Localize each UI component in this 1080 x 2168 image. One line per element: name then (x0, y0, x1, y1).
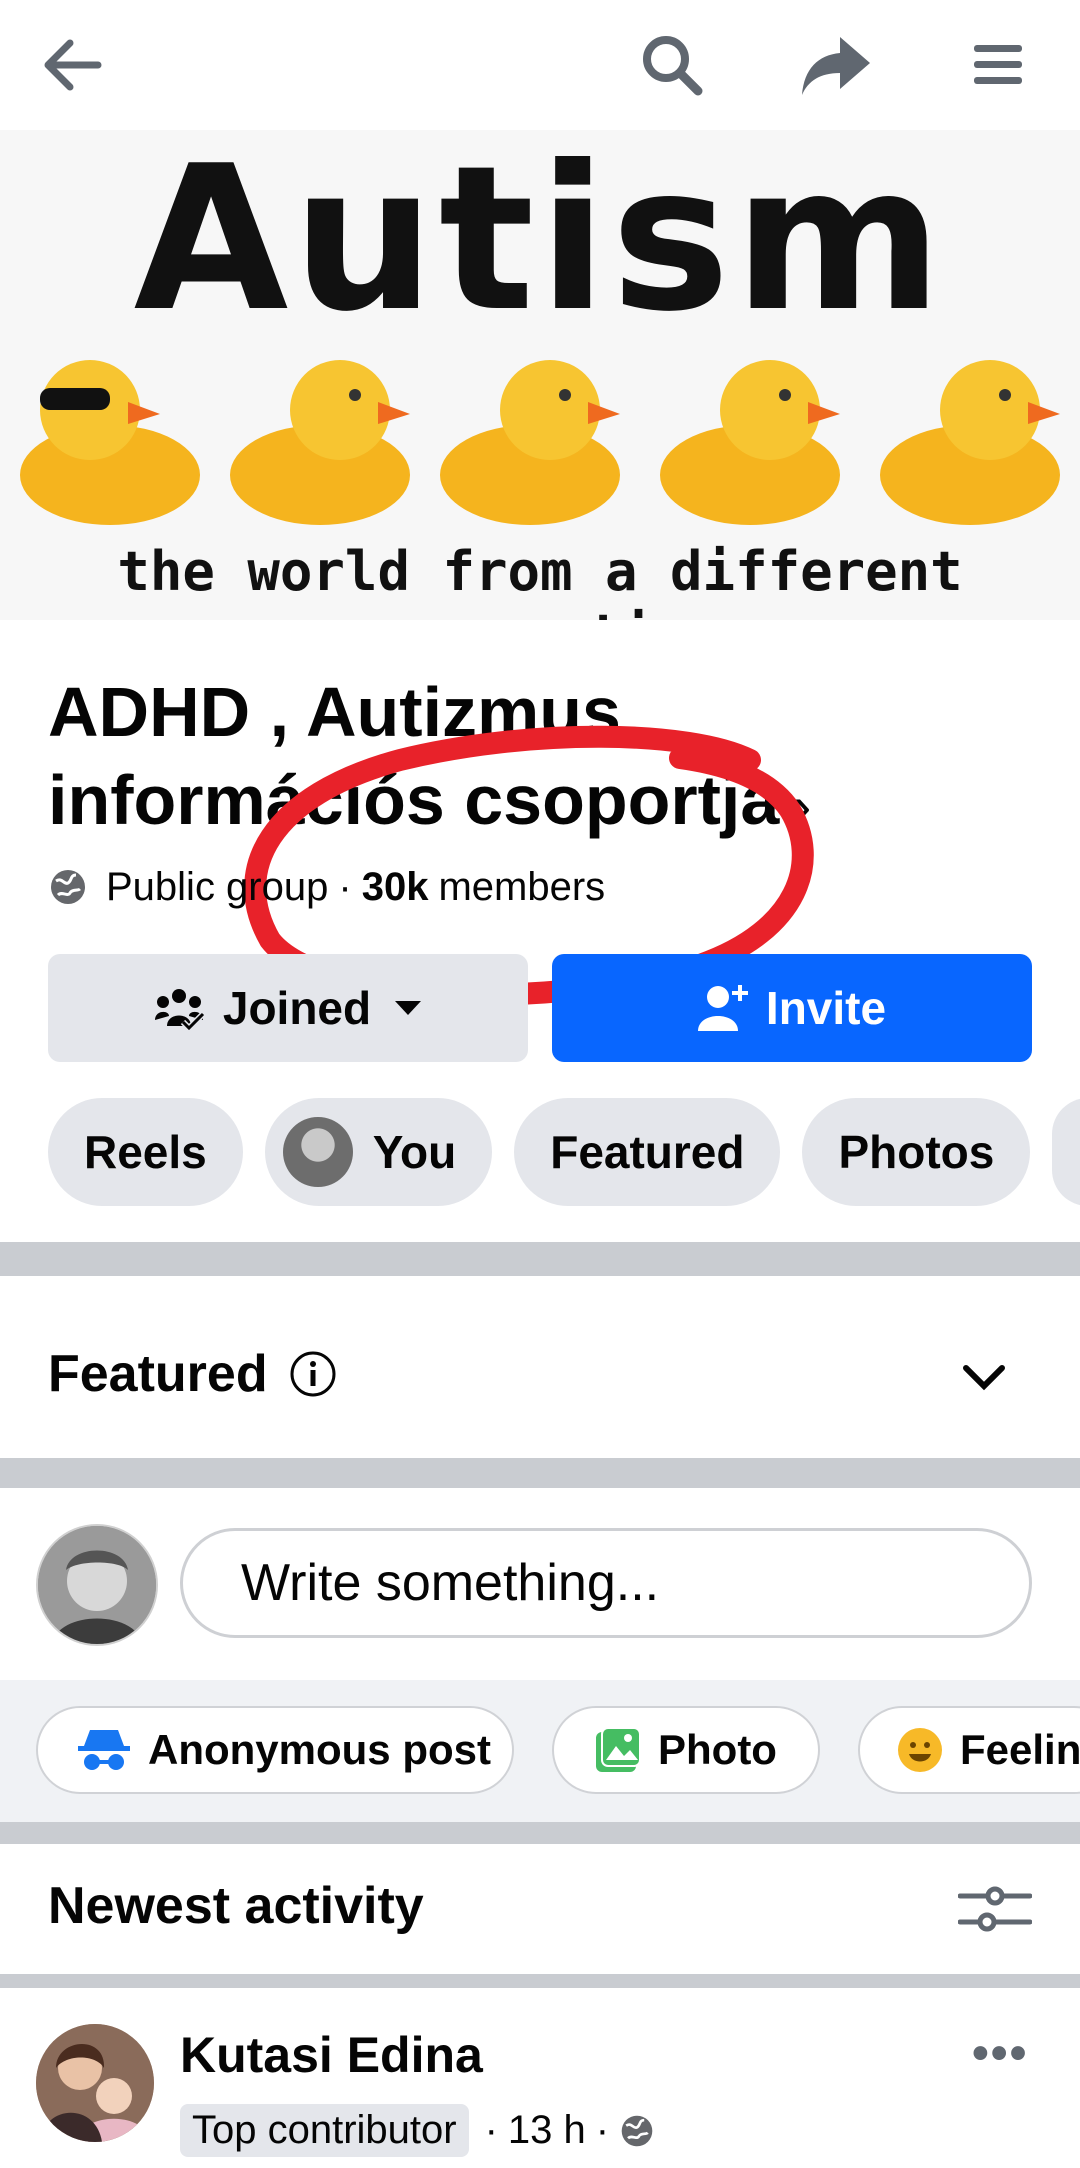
smiley-icon (898, 1728, 942, 1772)
tab-reels[interactable]: Reels (48, 1098, 243, 1206)
share-icon[interactable] (796, 30, 876, 100)
chevron-down-icon[interactable] (962, 1362, 1006, 1392)
back-arrow-icon[interactable] (32, 30, 112, 100)
privacy-label: Public group (106, 864, 329, 909)
section-divider (0, 1974, 1080, 1988)
anonymous-post-button[interactable]: Anonymous post (36, 1706, 514, 1794)
tab-you[interactable]: You (264, 1098, 493, 1206)
write-placeholder: Write something... (241, 1554, 660, 1612)
joined-label: Joined (222, 982, 372, 1034)
feeling-button[interactable]: Feelin (858, 1706, 1080, 1794)
photo-label: Photo (658, 1726, 777, 1773)
featured-title: Featured (48, 1345, 268, 1403)
joined-button[interactable]: Joined (48, 954, 528, 1062)
meta-dot: · (484, 2108, 498, 2152)
duck-illustration (880, 360, 1060, 525)
group-meta: Public group · 30k members (48, 862, 605, 912)
section-divider (0, 1242, 1080, 1276)
meta-dot: · (595, 2108, 610, 2152)
info-icon[interactable] (288, 1349, 338, 1399)
anonymous-post-label: Anonymous post (148, 1726, 491, 1773)
more-options-icon[interactable]: ••• (972, 2026, 1028, 2081)
duck-illustration (660, 360, 840, 525)
tab-photos[interactable]: Photos (802, 1098, 1031, 1206)
post-type-row: Anonymous post Photo Feelin (0, 1680, 1080, 1822)
top-contributor-badge[interactable]: Top contributor (180, 2104, 469, 2157)
avatar[interactable] (36, 2024, 154, 2142)
avatar (282, 1117, 353, 1187)
members-count[interactable]: 30k (362, 865, 429, 910)
tab-label: You (372, 1126, 457, 1178)
meta-separator: · (338, 864, 352, 909)
duck-illustration (440, 360, 620, 525)
tab-featured[interactable]: Featured (514, 1098, 781, 1206)
section-divider (0, 1822, 1080, 1844)
menu-icon[interactable] (958, 30, 1038, 100)
post-meta: Top contributor · 13 h · (180, 2104, 655, 2157)
tab-label: Photos (838, 1126, 995, 1178)
invite-label: Invite (765, 982, 887, 1034)
group-tabs: Reels You Featured Photos (48, 1098, 1080, 1206)
tab-more[interactable] (1052, 1098, 1080, 1206)
photo-button[interactable]: Photo (552, 1706, 820, 1794)
search-icon[interactable] (632, 30, 712, 100)
featured-header: Featured (48, 1344, 338, 1404)
section-divider (0, 1458, 1080, 1488)
feeling-label: Feelin (960, 1726, 1080, 1773)
globe-icon (621, 2115, 653, 2146)
post-author[interactable]: Kutasi Edina (180, 2026, 483, 2084)
write-something-input[interactable]: Write something... (180, 1528, 1032, 1638)
avatar[interactable] (36, 1524, 158, 1646)
add-person-icon (697, 985, 748, 1031)
members-label[interactable]: members (438, 865, 605, 910)
tab-label: Featured (550, 1126, 745, 1178)
cover-title: Autism (133, 130, 947, 356)
post-time[interactable]: 13 h (508, 2108, 586, 2153)
cover-photo[interactable]: Autism the world from a different perspe… (0, 130, 1080, 620)
group-check-icon (154, 989, 205, 1030)
cover-tagline: the world from a different perspective (117, 540, 963, 620)
top-bar (0, 0, 1080, 131)
filter-sliders-icon[interactable] (958, 1882, 1032, 1936)
caret-down-icon (395, 1001, 422, 1015)
tab-label: Reels (84, 1126, 207, 1178)
photo-icon (596, 1727, 641, 1772)
duck-illustration (230, 360, 410, 525)
duck-illustration (20, 360, 200, 525)
invite-button[interactable]: Invite (552, 954, 1032, 1062)
newest-activity-title: Newest activity (48, 1877, 424, 1935)
incognito-icon (78, 1730, 130, 1770)
globe-icon (51, 870, 85, 904)
